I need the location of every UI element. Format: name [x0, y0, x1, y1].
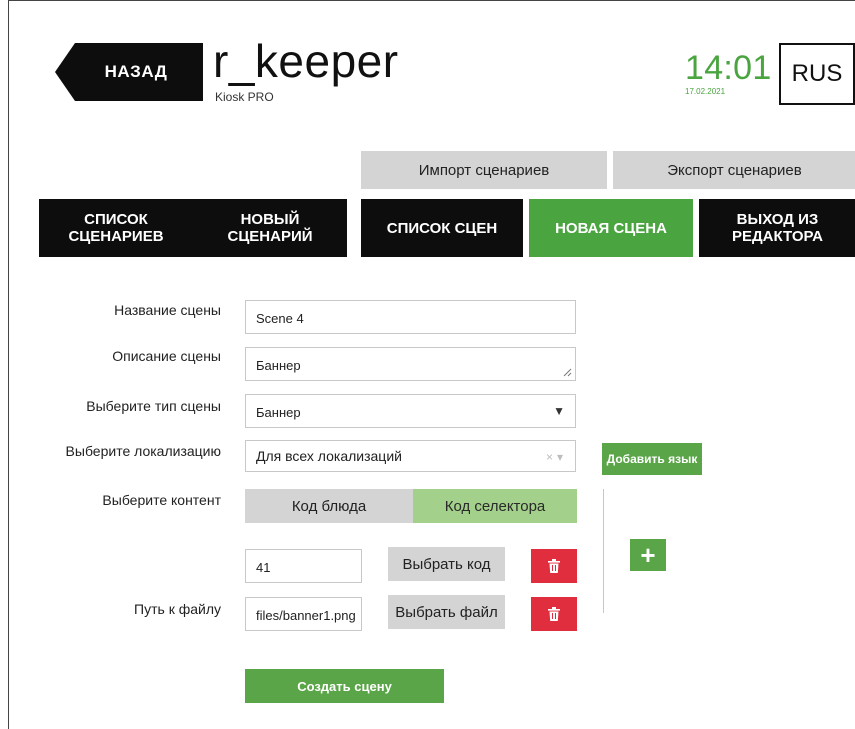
file-path-label: Путь к файлу	[134, 601, 221, 617]
choose-file-button[interactable]: Выбрать файл	[388, 595, 505, 629]
chevron-down-icon: ▾	[556, 450, 567, 464]
content-label: Выберите контент	[102, 492, 221, 508]
back-button[interactable]: НАЗАД	[55, 43, 203, 101]
clock-date: 17.02.2021	[685, 87, 726, 96]
delete-file-button[interactable]	[531, 597, 577, 631]
clock-time: 14:01	[685, 49, 772, 87]
scene-type-label: Выберите тип сцены	[86, 398, 221, 414]
import-scenarios-button[interactable]: Импорт сценариев	[361, 151, 607, 189]
localization-select[interactable]: Для всех локализаций ×▾	[245, 440, 576, 472]
language-button[interactable]: RUS	[779, 43, 855, 105]
code-input[interactable]: 41	[245, 549, 362, 583]
delete-code-button[interactable]	[531, 549, 577, 583]
scene-name-value: Scene 4	[256, 310, 304, 326]
export-scenarios-button[interactable]: Экспорт сценариев	[613, 151, 855, 189]
add-language-button[interactable]: Добавить язык	[602, 443, 702, 475]
chevron-down-icon: ▼	[553, 404, 565, 418]
localization-label: Выберите локализацию	[65, 443, 221, 459]
scene-name-label: Название сцены	[114, 302, 221, 318]
scene-description-textarea[interactable]: Баннер	[245, 347, 576, 381]
plus-icon: +	[640, 540, 656, 570]
scene-type-select[interactable]: Баннер ▼	[245, 394, 576, 428]
localization-value: Для всех локализаций	[256, 448, 402, 464]
create-scene-button[interactable]: Создать сцену	[245, 669, 444, 703]
trash-icon	[548, 607, 560, 621]
scene-name-input[interactable]: Scene 4	[245, 300, 576, 334]
app-subtitle: Kiosk PRO	[215, 90, 274, 104]
add-item-button[interactable]: +	[630, 539, 666, 571]
app-title: r_keeper	[213, 35, 399, 87]
tab-exit-editor[interactable]: ВЫХОД ИЗ РЕДАКТОРА	[699, 199, 855, 257]
file-path-value: files/banner1.png	[256, 607, 356, 623]
resize-handle-icon[interactable]	[562, 367, 572, 377]
scene-description-value: Баннер	[256, 357, 301, 373]
clear-icon[interactable]: ×	[546, 450, 557, 464]
trash-icon	[548, 559, 560, 573]
kiosk-editor-window: НАЗАД r_keeper Kiosk PRO 14:01 17.02.202…	[8, 0, 855, 729]
scene-type-value: Баннер	[256, 404, 301, 420]
content-option-selector-code[interactable]: Код селектора	[413, 489, 577, 523]
code-value: 41	[256, 559, 271, 575]
divider	[603, 489, 604, 613]
clear-and-chevron-icon[interactable]: ×▾	[546, 450, 567, 464]
tab-new-scenario[interactable]: НОВЫЙ СЦЕНАРИЙ	[193, 199, 347, 257]
tab-scenario-list[interactable]: СПИСОК СЦЕНАРИЕВ	[39, 199, 193, 257]
scene-description-label: Описание сцены	[112, 348, 221, 364]
content-option-dish-code[interactable]: Код блюда	[245, 489, 413, 523]
choose-code-button[interactable]: Выбрать код	[388, 547, 505, 581]
tab-new-scene[interactable]: НОВАЯ СЦЕНА	[529, 199, 693, 257]
file-path-input[interactable]: files/banner1.png	[245, 597, 362, 631]
tab-scene-list[interactable]: СПИСОК СЦЕН	[361, 199, 523, 257]
